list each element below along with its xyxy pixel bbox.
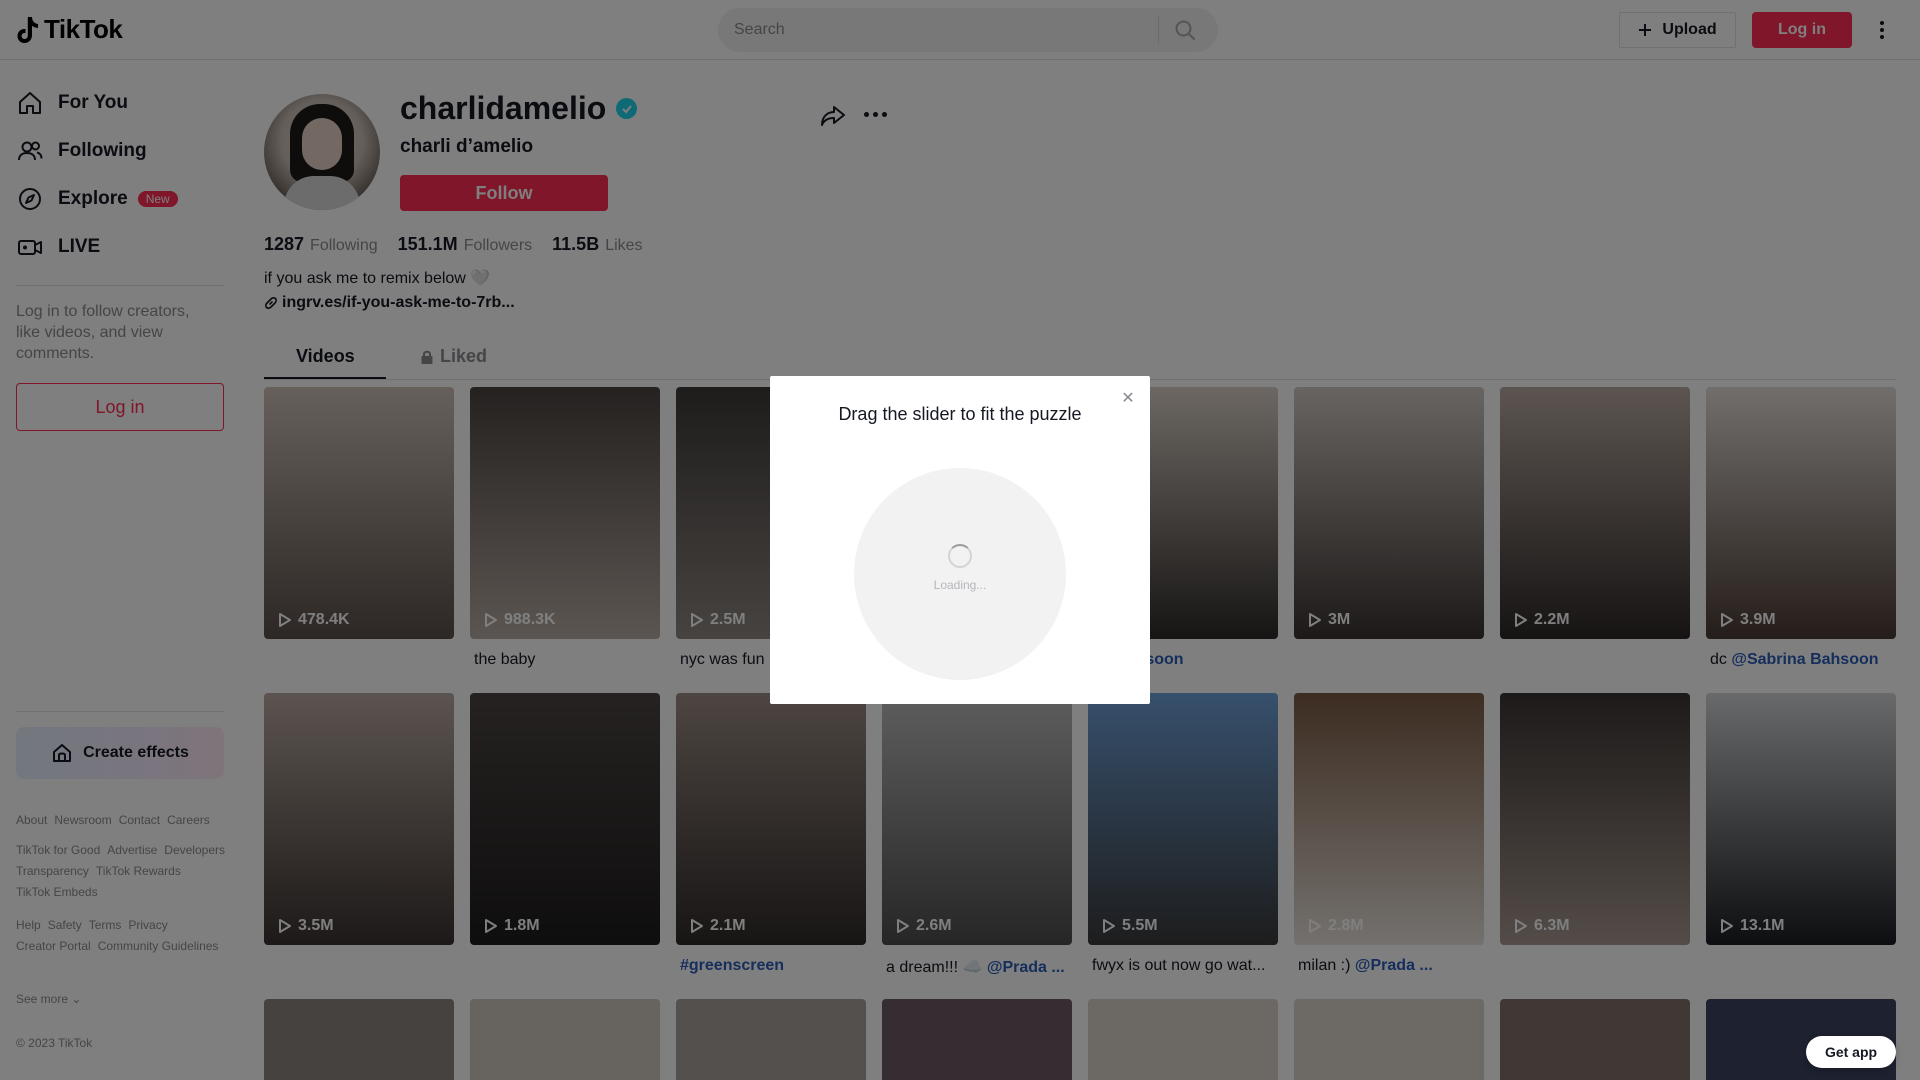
captcha-title: Drag the slider to fit the puzzle [838, 404, 1082, 424]
loading-spinner-icon [948, 544, 972, 568]
captcha-modal: ✕ Drag the slider to fit the puzzle Load… [770, 376, 1150, 704]
get-app-button[interactable]: Get app [1806, 1036, 1896, 1068]
puzzle-loading-area: Loading... [854, 468, 1066, 680]
loading-text: Loading... [933, 578, 987, 592]
